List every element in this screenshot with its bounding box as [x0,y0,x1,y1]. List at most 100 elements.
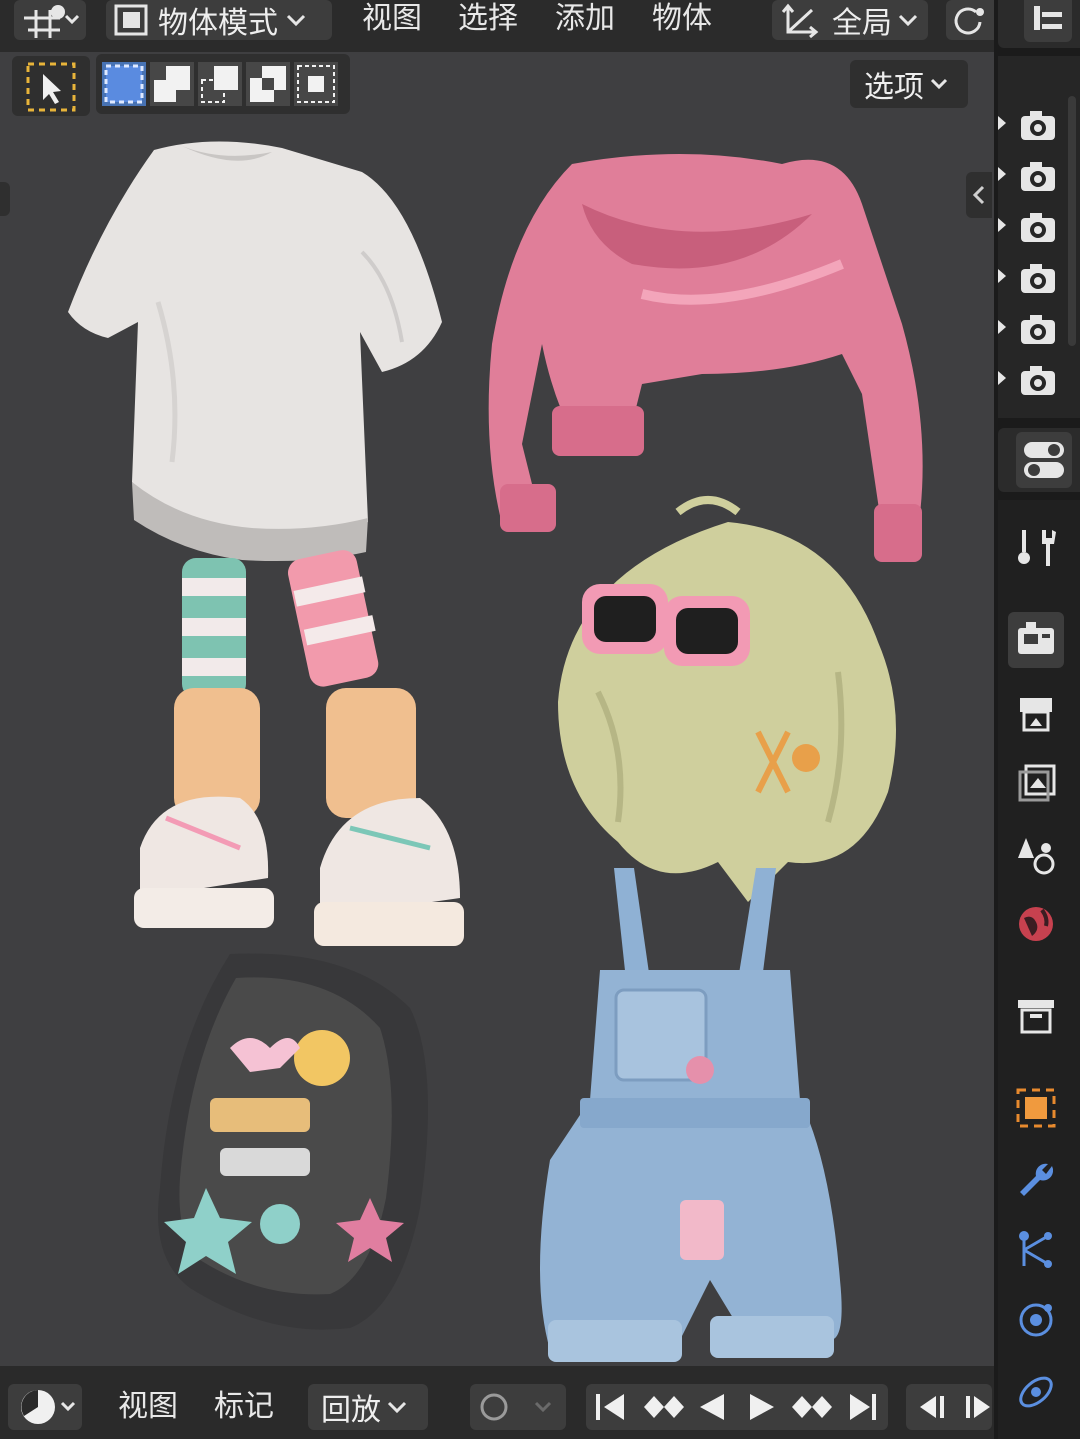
select-new-icon [104,64,144,104]
outliner-display-mode-button[interactable] [1024,0,1072,42]
asset-hair-sunglasses[interactable] [538,492,918,912]
timeline-menu-marker[interactable]: 标记 [214,1384,274,1424]
timeline-editor-dropdown[interactable] [8,1384,82,1430]
playback-controls [586,1384,888,1430]
collection-box-icon [1018,1000,1054,1034]
timeline-header: 视图 标记 回放 [0,1366,994,1439]
transform-gizmo-icon [24,5,80,38]
frame-step-controls[interactable] [906,1384,992,1430]
viewport-header: 物体模式 视图 选择 添加 物体 全局 [0,0,994,52]
chevron-down-icon [387,1401,407,1414]
select-box-icon [26,62,76,112]
clock-icon [21,1390,76,1424]
tab-scene[interactable] [1008,826,1064,882]
sidebar-toggle-button[interactable] [966,172,992,218]
tab-world[interactable] [1008,896,1064,952]
select-new-button[interactable] [102,62,146,106]
asset-white-tshirt[interactable] [62,132,446,572]
outliner-expand-arrow[interactable] [998,269,1006,283]
object-square-icon [1016,1088,1056,1128]
object-mode-dropdown[interactable]: 物体模式 [106,0,332,41]
record-icon[interactable] [470,1384,566,1430]
menu-select[interactable]: 选择 [458,0,518,40]
editor-type-dropdown[interactable] [14,0,86,40]
particles-icon [1019,1231,1052,1268]
select-subtract-button[interactable] [198,62,242,106]
menu-object[interactable]: 物体 [652,0,712,40]
tab-tool[interactable] [1008,520,1064,576]
camera-icon[interactable] [1018,310,1058,350]
tab-collection[interactable] [1008,988,1064,1044]
transform-orientation-dropdown[interactable]: 全局 [772,0,928,41]
camera-icon[interactable] [1018,361,1058,401]
wrench-icon [1020,1163,1054,1196]
outliner-expand-arrow[interactable] [998,116,1006,130]
camera-icon[interactable] [1018,208,1058,248]
tool-select-box[interactable] [12,56,90,116]
scene-icon [1018,838,1055,875]
outliner-expand-arrow[interactable] [998,371,1006,385]
select-extend-icon [154,66,190,102]
tab-physics[interactable] [1008,1292,1064,1348]
tool-icon [1018,530,1056,566]
camera-icon[interactable] [1018,106,1058,146]
tab-constraints[interactable] [1008,1364,1064,1420]
asset-denim-overalls[interactable] [530,860,860,1366]
tab-modifiers[interactable] [1008,1152,1064,1208]
outliner-header [998,0,1080,48]
selection-mode-group [96,54,350,114]
select-invert-button[interactable] [246,62,290,106]
toolbar-toggle-left[interactable] [0,182,10,216]
outliner-scrollbar[interactable] [1068,96,1076,346]
pivot-icon [954,7,984,35]
properties-toggle-button[interactable] [1016,432,1072,488]
asset-backpack[interactable] [150,948,440,1338]
tab-view-layer[interactable] [1008,756,1064,812]
outliner-expand-arrow[interactable] [998,218,1006,232]
select-subtract-icon [201,66,238,103]
tab-render[interactable] [1008,612,1064,668]
view-layer-icon [1018,764,1056,802]
constraints-icon [1019,1376,1053,1408]
object-mode-label: 物体模式 [158,6,278,41]
auto-keying-group [470,1384,566,1430]
step-frame-icons [920,1396,990,1418]
camera-icon[interactable] [1018,259,1058,299]
playback-label: 回放 [321,1393,381,1428]
3d-viewport[interactable]: 选项 [0,52,994,1366]
timeline-menu-view[interactable]: 视图 [118,1384,178,1424]
orientation-axes-icon [781,3,819,39]
tab-particles[interactable] [1008,1222,1064,1278]
orientation-label: 全局 [832,6,892,41]
chevron-left-icon [972,185,985,205]
asset-socks-sneakers[interactable] [130,548,470,968]
world-icon [1019,907,1053,941]
toggle-icon [1024,442,1064,478]
chevron-down-icon [898,14,918,27]
outliner-expand-arrow[interactable] [998,167,1006,181]
select-intersect-icon [297,65,335,103]
select-extend-button[interactable] [150,62,194,106]
tab-output[interactable] [1008,686,1064,742]
output-printer-icon [1020,698,1052,732]
object-mode-icon [114,4,148,36]
outliner-expand-arrow[interactable] [998,320,1006,334]
physics-icon [1019,1303,1053,1337]
camera-icon[interactable] [1018,157,1058,197]
options-dropdown[interactable]: 选项 [850,60,968,108]
properties-header [998,428,1080,492]
menu-add[interactable]: 添加 [555,0,615,40]
right-panel [994,0,1080,1439]
pivot-point-button[interactable] [946,0,994,40]
chevron-down-icon [286,14,306,27]
menu-view[interactable]: 视图 [362,0,422,40]
playback-dropdown[interactable]: 回放 [308,1384,428,1430]
select-intersect-button[interactable] [294,62,338,106]
chevron-down-icon [930,78,948,90]
playback-controls-icons [596,1394,876,1420]
tab-object[interactable] [1008,1080,1064,1136]
outliner-icon [1034,6,1062,30]
options-label: 选项 [864,70,924,105]
render-camera-icon [1018,622,1054,654]
select-invert-icon [250,66,286,102]
